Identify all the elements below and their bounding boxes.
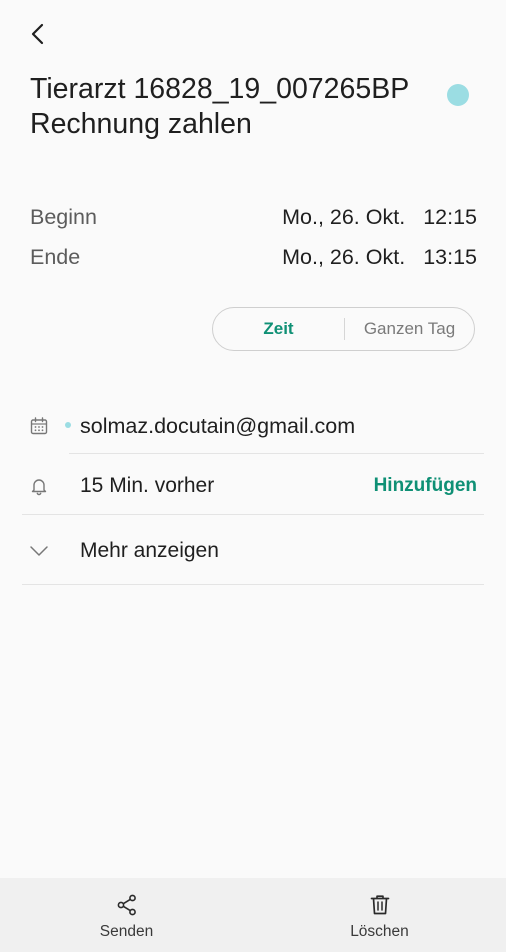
- event-color-picker[interactable]: [447, 84, 469, 106]
- start-date[interactable]: Mo., 26. Okt.: [282, 205, 405, 230]
- calendar-account-row[interactable]: solmaz.docutain@gmail.com: [0, 400, 506, 452]
- divider: [22, 584, 484, 585]
- divider: [22, 514, 484, 515]
- end-time[interactable]: 13:15: [423, 245, 477, 270]
- start-label: Beginn: [30, 204, 97, 229]
- trash-icon: [367, 892, 393, 918]
- duration-toggle: Zeit Ganzen Tag: [212, 307, 475, 351]
- start-time[interactable]: 12:15: [423, 205, 477, 230]
- chevron-left-icon: [29, 22, 47, 51]
- toggle-option-time[interactable]: Zeit: [213, 308, 344, 350]
- calendar-color-dot: [65, 422, 71, 428]
- calendar-account: solmaz.docutain@gmail.com: [80, 413, 356, 438]
- start-time-row: Beginn Mo., 26. Okt. 12:15: [30, 201, 477, 233]
- back-button[interactable]: [20, 18, 56, 54]
- end-label: Ende: [30, 244, 81, 269]
- bell-icon: [28, 475, 50, 497]
- reminder-row: 15 Min. vorher Hinzufügen: [0, 460, 506, 512]
- end-time-row: Ende Mo., 26. Okt. 13:15: [30, 241, 477, 273]
- toggle-option-all-day[interactable]: Ganzen Tag: [345, 308, 474, 350]
- bottom-action-bar: Senden Löschen: [0, 878, 506, 952]
- divider: [69, 453, 484, 454]
- add-reminder-button[interactable]: Hinzufügen: [374, 475, 477, 497]
- send-label: Senden: [99, 923, 154, 940]
- delete-label: Löschen: [350, 923, 409, 940]
- event-title[interactable]: Tierarzt 16828_19_007265BP Rechnung zahl…: [30, 72, 430, 142]
- send-button[interactable]: Senden: [0, 878, 253, 952]
- show-more-row[interactable]: Mehr anzeigen: [0, 525, 506, 577]
- show-more-label: Mehr anzeigen: [80, 539, 219, 562]
- delete-button[interactable]: Löschen: [253, 878, 506, 952]
- end-date[interactable]: Mo., 26. Okt.: [282, 245, 405, 270]
- reminder-value[interactable]: 15 Min. vorher: [80, 474, 214, 498]
- share-icon: [114, 892, 140, 918]
- calendar-icon: [28, 415, 50, 437]
- chevron-down-icon: [28, 540, 50, 562]
